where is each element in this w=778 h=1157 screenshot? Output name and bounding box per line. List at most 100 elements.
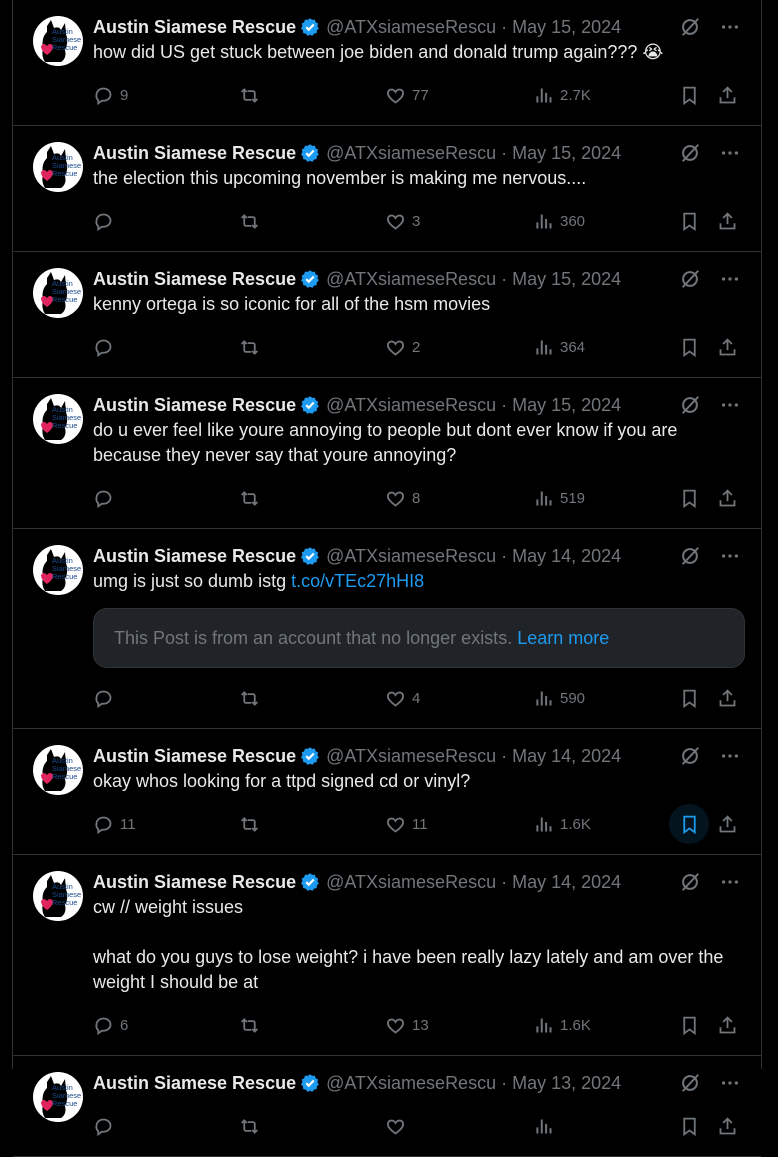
retweet-button[interactable] (239, 211, 266, 232)
like-button[interactable]: 77 (385, 85, 429, 106)
tweet[interactable]: Austin Siamese Rescue Austin Siamese Res… (13, 252, 761, 378)
share-button[interactable] (717, 688, 738, 709)
tweet[interactable]: Austin Siamese Rescue Austin Siamese Res… (13, 729, 761, 855)
like-button[interactable]: 3 (385, 211, 420, 232)
grok-icon[interactable] (679, 394, 701, 416)
share-button[interactable] (717, 211, 738, 232)
more-options-icon[interactable] (719, 268, 741, 290)
grok-icon[interactable] (679, 545, 701, 567)
views-button[interactable]: 360 (533, 211, 585, 232)
share-button[interactable] (717, 1015, 738, 1036)
views-button[interactable]: 590 (533, 688, 585, 709)
handle[interactable]: @ATXsiameseRescu (326, 269, 496, 290)
bookmark-button[interactable] (679, 337, 700, 358)
tweet-link[interactable]: t.co/vTEc27hHI8 (291, 571, 424, 591)
tweet-date[interactable]: May 14, 2024 (512, 746, 621, 767)
avatar[interactable]: Austin Siamese Rescue (33, 545, 83, 595)
display-name[interactable]: Austin Siamese Rescue (93, 746, 296, 767)
grok-icon[interactable] (679, 142, 701, 164)
tweet-date[interactable]: May 15, 2024 (512, 17, 621, 38)
reply-button[interactable]: 6 (93, 1015, 128, 1036)
retweet-button[interactable] (239, 814, 266, 835)
display-name[interactable]: Austin Siamese Rescue (93, 17, 296, 38)
avatar[interactable]: Austin Siamese Rescue (33, 1072, 83, 1122)
like-button[interactable]: 13 (385, 1015, 429, 1036)
tweet[interactable]: Austin Siamese Rescue Austin Siamese Res… (13, 378, 761, 529)
more-options-icon[interactable] (719, 142, 741, 164)
tweet[interactable]: Austin Siamese Rescue Austin Siamese Res… (13, 126, 761, 252)
reply-button[interactable] (93, 211, 120, 232)
reply-button[interactable]: 11 (93, 814, 136, 835)
handle[interactable]: @ATXsiameseRescu (326, 872, 496, 893)
handle[interactable]: @ATXsiameseRescu (326, 746, 496, 767)
retweet-button[interactable] (239, 337, 266, 358)
like-button[interactable]: 2 (385, 337, 420, 358)
display-name[interactable]: Austin Siamese Rescue (93, 872, 296, 893)
reply-button[interactable] (93, 1116, 120, 1137)
retweet-button[interactable] (239, 488, 266, 509)
views-button[interactable]: 1.6K (533, 814, 591, 835)
grok-icon[interactable] (679, 745, 701, 767)
share-button[interactable] (717, 814, 738, 835)
tweet-date[interactable]: May 15, 2024 (512, 269, 621, 290)
avatar[interactable]: Austin Siamese Rescue (33, 142, 83, 192)
tweet-date[interactable]: May 15, 2024 (512, 395, 621, 416)
tweet-date[interactable]: May 14, 2024 (512, 872, 621, 893)
retweet-button[interactable] (239, 1116, 266, 1137)
views-button[interactable]: 1.6K (533, 1015, 591, 1036)
grok-icon[interactable] (679, 1072, 701, 1094)
avatar[interactable]: Austin Siamese Rescue (33, 394, 83, 444)
tweet-date[interactable]: May 15, 2024 (512, 143, 621, 164)
reply-button[interactable]: 9 (93, 85, 128, 106)
tweet-date[interactable]: May 13, 2024 (512, 1073, 621, 1094)
grok-icon[interactable] (679, 871, 701, 893)
bookmark-button[interactable] (679, 1015, 700, 1036)
like-button[interactable]: 8 (385, 488, 420, 509)
more-options-icon[interactable] (719, 394, 741, 416)
more-options-icon[interactable] (719, 745, 741, 767)
reply-button[interactable] (93, 488, 120, 509)
views-button[interactable]: 519 (533, 488, 585, 509)
avatar[interactable]: Austin Siamese Rescue (33, 268, 83, 318)
display-name[interactable]: Austin Siamese Rescue (93, 1073, 296, 1094)
bookmark-button[interactable] (679, 688, 700, 709)
retweet-button[interactable] (239, 85, 266, 106)
tweet[interactable]: Austin Siamese Rescue Austin Siamese Res… (13, 1056, 761, 1157)
bookmark-button[interactable] (679, 211, 700, 232)
views-button[interactable] (533, 1116, 560, 1137)
avatar[interactable]: Austin Siamese Rescue (33, 16, 83, 66)
views-button[interactable]: 2.7K (533, 85, 591, 106)
bookmark-button[interactable] (669, 804, 709, 844)
grok-icon[interactable] (679, 268, 701, 290)
handle[interactable]: @ATXsiameseRescu (326, 1073, 496, 1094)
more-options-icon[interactable] (719, 16, 741, 38)
bookmark-button[interactable] (679, 85, 700, 106)
retweet-button[interactable] (239, 1015, 266, 1036)
more-options-icon[interactable] (719, 545, 741, 567)
share-button[interactable] (717, 337, 738, 358)
like-button[interactable]: 4 (385, 688, 420, 709)
share-button[interactable] (717, 488, 738, 509)
grok-icon[interactable] (679, 16, 701, 38)
bookmark-button[interactable] (679, 488, 700, 509)
handle[interactable]: @ATXsiameseRescu (326, 546, 496, 567)
display-name[interactable]: Austin Siamese Rescue (93, 395, 296, 416)
tweet[interactable]: Austin Siamese Rescue Austin Siamese Res… (13, 529, 761, 729)
retweet-button[interactable] (239, 688, 266, 709)
handle[interactable]: @ATXsiameseRescu (326, 395, 496, 416)
bookmark-button[interactable] (679, 1116, 700, 1137)
handle[interactable]: @ATXsiameseRescu (326, 17, 496, 38)
handle[interactable]: @ATXsiameseRescu (326, 143, 496, 164)
avatar[interactable]: Austin Siamese Rescue (33, 745, 83, 795)
views-button[interactable]: 364 (533, 337, 585, 358)
reply-button[interactable] (93, 337, 120, 358)
display-name[interactable]: Austin Siamese Rescue (93, 546, 296, 567)
share-button[interactable] (717, 85, 738, 106)
share-button[interactable] (717, 1116, 738, 1137)
reply-button[interactable] (93, 688, 120, 709)
tweet[interactable]: Austin Siamese Rescue Austin Siamese Res… (13, 0, 761, 126)
more-options-icon[interactable] (719, 871, 741, 893)
like-button[interactable] (385, 1116, 412, 1137)
more-options-icon[interactable] (719, 1072, 741, 1094)
avatar[interactable]: Austin Siamese Rescue (33, 871, 83, 921)
